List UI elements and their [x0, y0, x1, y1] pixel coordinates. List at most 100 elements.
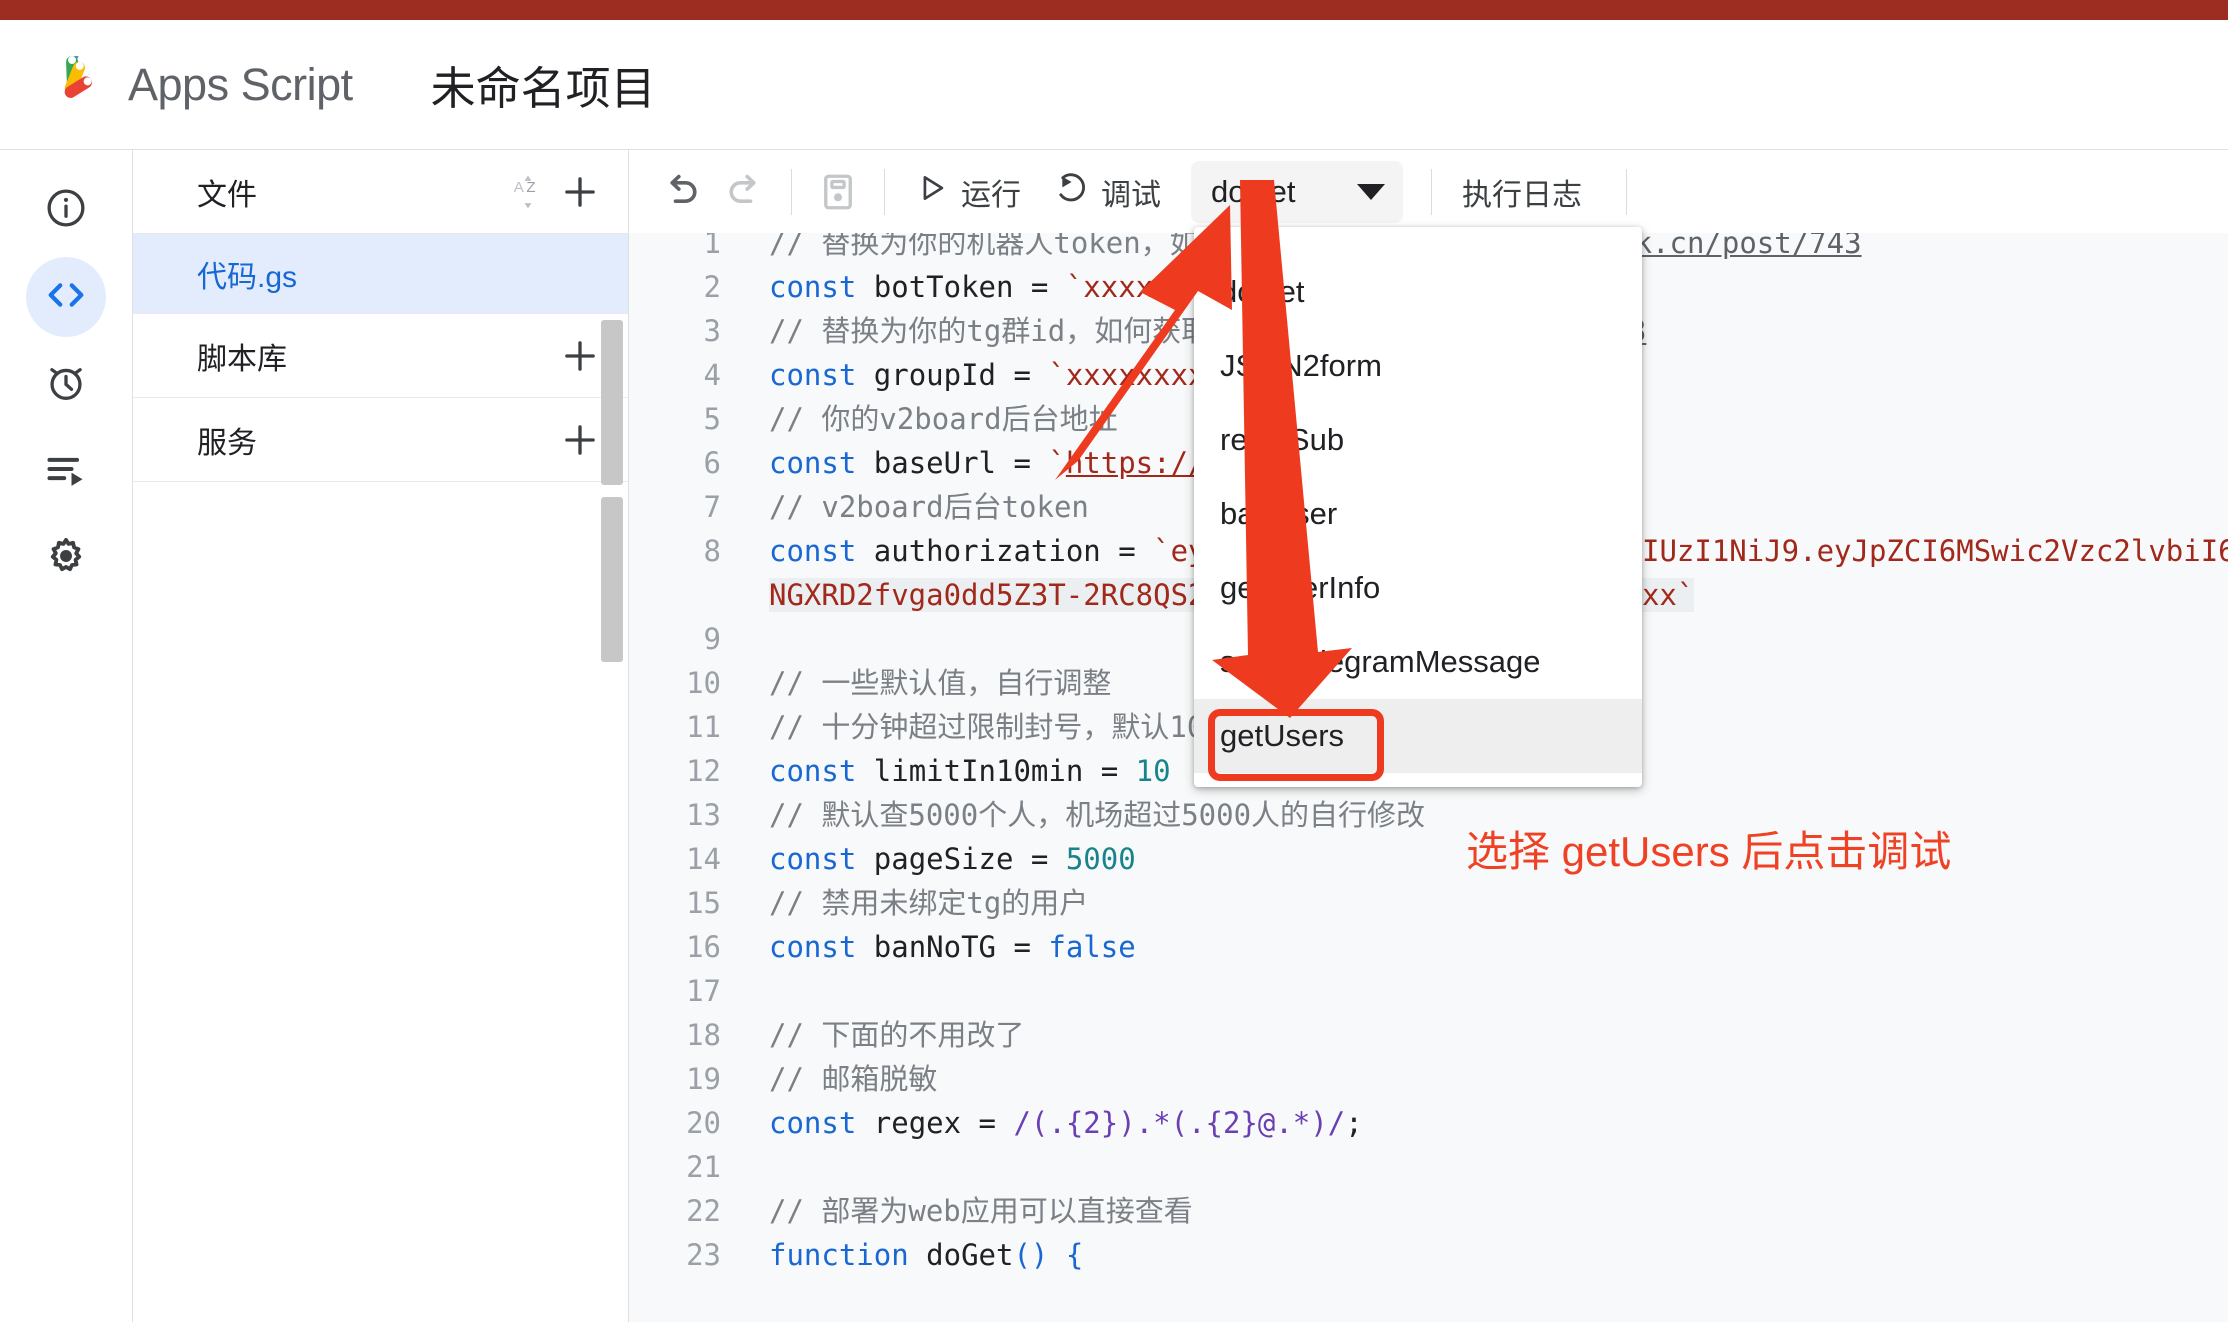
- line-number: 2: [629, 265, 721, 309]
- menu-item-json2form[interactable]: JSON2form: [1194, 329, 1642, 403]
- editor-toolbar: 运行 调试 doGet 执行日志: [629, 149, 2228, 233]
- line-number: 3: [629, 309, 721, 353]
- code-token: // 邮箱脱敏: [769, 1062, 937, 1096]
- code-token: `: [1048, 446, 1065, 480]
- rail-item-editor[interactable]: [26, 257, 106, 337]
- menu-item-label: resetSub: [1220, 422, 1344, 458]
- add-service-button[interactable]: [554, 414, 606, 466]
- code-line: 23function doGet() {: [629, 1233, 2228, 1277]
- function-dropdown-menu[interactable]: doGet JSON2form resetSub banUser getUserInfo…: [1194, 227, 1642, 787]
- code-token: function: [769, 1238, 909, 1272]
- code-line: 18 // 下面的不用改了: [629, 1013, 2228, 1057]
- code-line-text: const banNoTG = false: [769, 930, 1136, 964]
- toolbar-divider-2: [884, 169, 885, 215]
- line-number: 10: [629, 661, 721, 705]
- menu-item-getusers[interactable]: getUsers: [1194, 699, 1642, 773]
- menu-item-doget[interactable]: doGet: [1194, 255, 1642, 329]
- add-library-button[interactable]: [554, 330, 606, 382]
- code-token: // v2board后台token: [769, 490, 1089, 524]
- line-number: 11: [629, 705, 721, 749]
- line-number: 22: [629, 1189, 721, 1233]
- code-token: // 部署为web应用可以直接查看: [769, 1194, 1193, 1228]
- rail-item-executions[interactable]: [26, 431, 106, 511]
- gear-icon: [43, 533, 89, 584]
- code-token: doGet: [909, 1238, 1014, 1272]
- line-number: 6: [629, 441, 721, 485]
- line-number: 12: [629, 749, 721, 793]
- code-line: 16 const banNoTG = false: [629, 925, 2228, 969]
- code-token: // 默认查5000个人，机场超过5000人的自行修改: [769, 798, 1425, 832]
- file-panel-scrollbar[interactable]: [601, 320, 623, 485]
- code-token: botToken =: [856, 270, 1066, 304]
- file-section-libraries: 脚本库: [133, 314, 628, 398]
- menu-item-getuserinfo[interactable]: getUserInfo: [1194, 551, 1642, 625]
- line-number: 1: [629, 233, 721, 265]
- code-line-text: // 你的v2board后台地址: [769, 402, 1118, 436]
- svg-text:A: A: [514, 179, 524, 196]
- menu-item-resetsub[interactable]: resetSub: [1194, 403, 1642, 477]
- debug-button[interactable]: 调试: [1037, 162, 1177, 222]
- code-token: baseUrl =: [856, 446, 1048, 480]
- line-number: 18: [629, 1013, 721, 1057]
- code-line: 17: [629, 969, 2228, 1013]
- add-file-button[interactable]: [554, 166, 606, 218]
- file-panel: 文件 A Z 代码.gs 脚本库: [132, 149, 629, 1322]
- line-number: 8: [629, 529, 721, 573]
- code-token: () {: [1013, 1238, 1083, 1272]
- code-line: 15 // 禁用未绑定tg的用户: [629, 881, 2228, 925]
- function-select[interactable]: doGet: [1191, 161, 1403, 223]
- code-token: // 一些默认值，自行调整: [769, 666, 1111, 700]
- rail-item-settings[interactable]: [26, 518, 106, 598]
- execution-log-label: 执行日志: [1462, 170, 1582, 214]
- debug-label: 调试: [1101, 170, 1161, 214]
- line-number: 7: [629, 485, 721, 529]
- code-token: const: [769, 754, 856, 788]
- menu-item-banuser[interactable]: banUser: [1194, 477, 1642, 551]
- sort-az-icon[interactable]: A Z: [502, 166, 554, 218]
- run-button[interactable]: 运行: [899, 162, 1037, 222]
- svg-text:Z: Z: [526, 179, 535, 196]
- redo-icon[interactable]: [713, 160, 777, 224]
- line-number: 21: [629, 1145, 721, 1189]
- alarm-clock-icon: [44, 360, 88, 409]
- file-section-files: 文件 A Z: [133, 150, 628, 234]
- code-line-text: function doGet() {: [769, 1238, 1083, 1272]
- file-section-title: 服务: [197, 418, 554, 462]
- file-item-code-gs[interactable]: 代码.gs: [133, 234, 628, 314]
- save-icon[interactable]: [806, 160, 870, 224]
- code-token: const: [769, 358, 856, 392]
- code-token: const: [769, 270, 856, 304]
- info-circle-icon: [44, 186, 88, 235]
- menu-item-sendtelegrammessage[interactable]: sendTelegramMessage: [1194, 625, 1642, 699]
- apps-script-window: Apps Script 未命名项目: [0, 0, 2228, 1322]
- debug-icon: [1053, 170, 1089, 214]
- file-panel-scrollbar-2[interactable]: [601, 497, 623, 662]
- code-token: const: [769, 1106, 856, 1140]
- browser-top-bar: [0, 0, 2228, 20]
- code-line-text: // 默认查5000个人，机场超过5000人的自行修改: [769, 798, 1425, 832]
- code-line-text: // 邮箱脱敏: [769, 1062, 937, 1096]
- code-token: false: [1048, 930, 1135, 964]
- code-token: const: [769, 930, 856, 964]
- menu-item-label: getUserInfo: [1220, 570, 1380, 606]
- file-section-services: 服务: [133, 398, 628, 482]
- code-token: // 下面的不用改了: [769, 1018, 1024, 1052]
- play-icon: [915, 171, 949, 213]
- menu-item-label: doGet: [1220, 274, 1304, 310]
- code-line-text: // 部署为web应用可以直接查看: [769, 1194, 1193, 1228]
- code-line: 14 const pageSize = 5000: [629, 837, 2228, 881]
- code-line-text: // 禁用未绑定tg的用户: [769, 886, 1088, 920]
- undo-icon[interactable]: [649, 160, 713, 224]
- app-name: Apps Script: [128, 59, 353, 111]
- line-number: 15: [629, 881, 721, 925]
- line-number: 14: [629, 837, 721, 881]
- code-line-text: const limitIn10min = 10: [769, 754, 1171, 788]
- execution-log-button[interactable]: 执行日志: [1446, 162, 1598, 222]
- file-section-title: 脚本库: [197, 334, 554, 378]
- code-line-text: const pageSize = 5000: [769, 842, 1136, 876]
- file-section-title: 文件: [197, 170, 502, 214]
- line-number: 16: [629, 925, 721, 969]
- rail-item-triggers[interactable]: [26, 344, 106, 424]
- rail-item-overview[interactable]: [26, 170, 106, 250]
- code-token: // 禁用未绑定tg的用户: [769, 886, 1088, 920]
